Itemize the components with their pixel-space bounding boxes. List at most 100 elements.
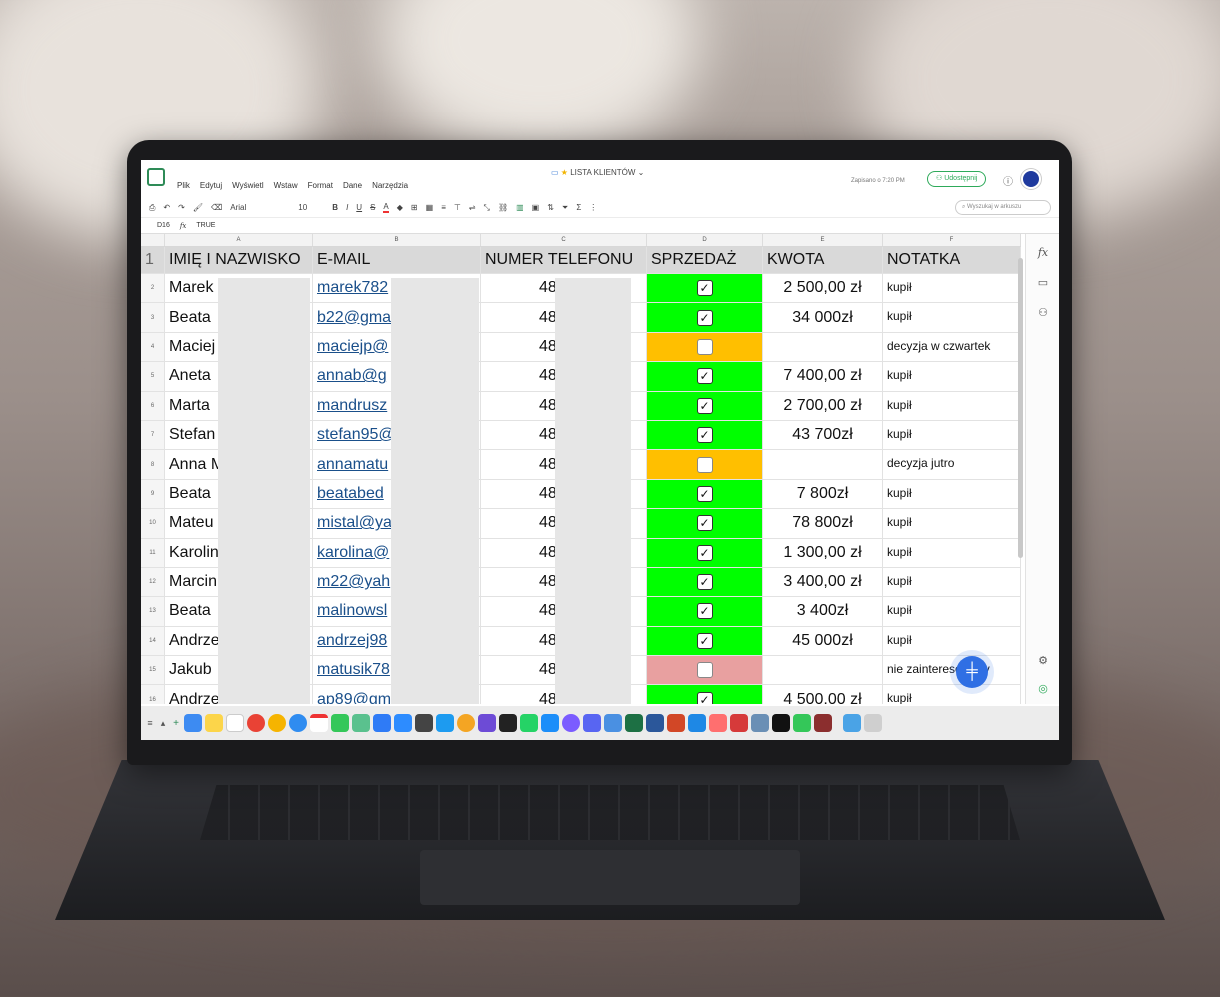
cell-sale[interactable]: ✓ <box>647 420 763 450</box>
menu-plik[interactable]: Plik <box>177 181 190 190</box>
row-number[interactable]: 2 <box>141 274 165 303</box>
email-link[interactable]: karolina@ <box>317 544 389 562</box>
clear-format-icon[interactable]: ⌫ <box>211 203 222 212</box>
mail-icon[interactable] <box>373 714 391 732</box>
sort-icon[interactable]: ⇅ <box>547 203 554 212</box>
borders-icon[interactable]: ⊞ <box>411 203 418 212</box>
reminders-icon[interactable] <box>226 714 244 732</box>
imovie-icon[interactable] <box>478 714 496 732</box>
font-select[interactable]: Arial <box>230 203 290 212</box>
wrap-text-icon[interactable]: ⇌ <box>469 203 476 212</box>
email-link[interactable]: marek782 <box>317 279 388 297</box>
formula-input[interactable]: TRUE <box>196 222 215 229</box>
cell-note[interactable]: kupił <box>883 479 1021 509</box>
sheet-list-icon[interactable]: ≡ <box>145 718 155 728</box>
quick-action-button[interactable]: ╪ <box>956 656 988 688</box>
row-number[interactable]: 8 <box>141 450 165 479</box>
checkbox-unchecked[interactable] <box>696 338 713 355</box>
cell-amount[interactable]: 4 500,00 zł <box>763 685 883 704</box>
star-icon[interactable]: ★ <box>561 168 568 177</box>
row-number[interactable]: 7 <box>141 420 165 450</box>
checkbox-checked[interactable]: ✓ <box>696 691 713 704</box>
cell-note[interactable]: kupił <box>883 538 1021 567</box>
cell-note[interactable]: kupił <box>883 567 1021 597</box>
row-number[interactable]: 15 <box>141 656 165 685</box>
font-size-select[interactable]: 10 <box>298 203 324 212</box>
checkbox-checked[interactable]: ✓ <box>696 574 713 591</box>
sheet-app-icon[interactable] <box>147 168 165 186</box>
email-link[interactable]: m22@yah <box>317 573 390 591</box>
header-amount[interactable]: KWOTA <box>763 247 883 273</box>
row-number[interactable]: 6 <box>141 391 165 420</box>
notes-icon[interactable] <box>205 714 223 732</box>
launchpad-icon[interactable] <box>604 714 622 732</box>
underline-button[interactable]: U <box>356 203 362 212</box>
cell-sale[interactable]: ✓ <box>647 391 763 420</box>
header-note[interactable]: NOTATKA <box>883 247 1021 273</box>
more-icon[interactable]: ⋮ <box>589 203 597 212</box>
cell-note[interactable]: kupił <box>883 685 1021 704</box>
row-number[interactable]: 5 <box>141 362 165 391</box>
row-number[interactable]: 3 <box>141 303 165 332</box>
cell-note[interactable]: decyzja w czwartek <box>883 332 1021 362</box>
avatar[interactable] <box>1021 169 1041 189</box>
dictionary-icon[interactable] <box>814 714 832 732</box>
cell-sale[interactable]: ✓ <box>647 538 763 567</box>
column-header-e[interactable]: E <box>763 234 883 246</box>
checkbox-checked[interactable]: ✓ <box>696 485 713 502</box>
share-button[interactable]: ⚇ Udostępnij <box>927 171 987 187</box>
row-number[interactable]: 10 <box>141 509 165 538</box>
email-link[interactable]: mistal@ya <box>317 514 392 532</box>
cell-sale[interactable]: ✓ <box>647 626 763 656</box>
discord-icon[interactable] <box>583 714 601 732</box>
cell-amount[interactable]: 3 400zł <box>763 597 883 626</box>
email-link[interactable]: b22@gma <box>317 309 391 327</box>
bold-button[interactable]: B <box>332 203 338 212</box>
word-icon[interactable] <box>646 714 664 732</box>
email-link[interactable]: beatabed <box>317 485 384 503</box>
email-link[interactable]: ap89@gm <box>317 691 391 704</box>
calculator-icon[interactable] <box>415 714 433 732</box>
paint-format-icon[interactable]: 🖌︎ <box>193 203 203 212</box>
email-link[interactable]: malinowsl <box>317 602 387 620</box>
column-header-b[interactable]: B <box>313 234 481 246</box>
menu-dane[interactable]: Dane <box>343 181 362 190</box>
trash-icon[interactable] <box>864 714 882 732</box>
menu-format[interactable]: Format <box>308 181 333 190</box>
cell-sale[interactable]: ✓ <box>647 509 763 538</box>
idea-icon[interactable]: ◎ <box>1035 682 1051 698</box>
chart-icon[interactable]: ▥ <box>516 203 524 212</box>
add-sheet-icon[interactable]: + <box>171 718 181 729</box>
cell-amount[interactable]: 43 700zł <box>763 420 883 450</box>
checkbox-checked[interactable]: ✓ <box>696 632 713 649</box>
cell-amount[interactable] <box>763 450 883 479</box>
merge-icon[interactable]: ▦ <box>426 203 434 212</box>
cell-note[interactable]: kupił <box>883 274 1021 303</box>
column-header-a[interactable]: A <box>165 234 313 246</box>
app-store-icon[interactable] <box>436 714 454 732</box>
font-color-button[interactable]: A <box>383 202 389 213</box>
document-title[interactable]: ▭ ★ LISTA KLIENTÓW ⌄ <box>551 168 644 177</box>
store-icon[interactable] <box>541 714 559 732</box>
row-number[interactable]: 14 <box>141 626 165 656</box>
checkbox-checked[interactable]: ✓ <box>696 309 713 326</box>
cell-note[interactable]: kupił <box>883 597 1021 626</box>
checkbox-checked[interactable]: ✓ <box>696 280 713 297</box>
row-number[interactable]: 11 <box>141 538 165 567</box>
column-header-c[interactable]: C <box>481 234 647 246</box>
cell-sale[interactable]: ✓ <box>647 685 763 704</box>
email-link[interactable]: andrzej98 <box>317 632 387 650</box>
terminal-icon[interactable] <box>772 714 790 732</box>
books-icon[interactable] <box>709 714 727 732</box>
checkbox-checked[interactable]: ✓ <box>696 427 713 444</box>
email-link[interactable]: stefan95@ <box>317 426 395 444</box>
email-link[interactable]: matusik78 <box>317 661 390 679</box>
scroll-up-icon[interactable]: ▴ <box>158 718 168 729</box>
preview-icon[interactable] <box>751 714 769 732</box>
align-left-icon[interactable]: ≡ <box>441 203 446 212</box>
chrome-icon[interactable] <box>247 714 265 732</box>
numbers-icon[interactable] <box>793 714 811 732</box>
cell-sale[interactable]: ✓ <box>647 274 763 303</box>
header-email[interactable]: E-MAIL <box>313 247 481 273</box>
settings-icon[interactable]: ⚙ <box>1035 654 1051 670</box>
